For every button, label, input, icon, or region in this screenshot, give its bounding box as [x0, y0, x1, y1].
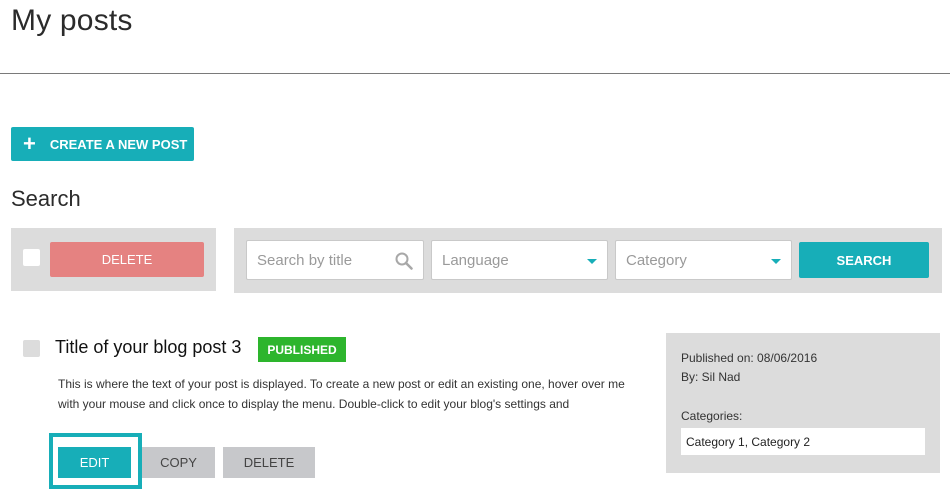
- post-author: By: Sil Nad: [681, 370, 741, 384]
- edit-post-button[interactable]: EDIT: [58, 447, 131, 478]
- category-select-value: Category: [626, 251, 687, 269]
- copy-post-button[interactable]: COPY: [142, 447, 215, 478]
- bulk-actions-bar: DELETE: [11, 228, 216, 291]
- categories-value: Category 1, Category 2: [681, 428, 925, 455]
- search-filters-bar: Search by title Language Category SEARCH: [234, 228, 942, 293]
- bulk-delete-button[interactable]: DELETE: [50, 242, 204, 277]
- post-info-panel: Published on: 08/06/2016 By: Sil Nad Cat…: [666, 333, 940, 473]
- search-heading: Search: [11, 186, 81, 211]
- plus-icon: +: [23, 131, 36, 156]
- status-badge: PUBLISHED: [258, 337, 346, 362]
- post-select-checkbox[interactable]: [23, 340, 40, 357]
- delete-post-button[interactable]: DELETE: [223, 447, 315, 478]
- select-all-checkbox[interactable]: [23, 249, 40, 266]
- search-title-placeholder: Search by title: [257, 251, 353, 269]
- language-select[interactable]: Language: [431, 240, 608, 280]
- create-new-post-button[interactable]: + CREATE A NEW POST: [11, 127, 194, 161]
- page-title: My posts: [11, 4, 133, 37]
- search-button[interactable]: SEARCH: [799, 242, 929, 278]
- create-new-post-label: CREATE A NEW POST: [49, 136, 188, 152]
- categories-label: Categories:: [681, 409, 743, 423]
- post-title[interactable]: Title of your blog post 3: [55, 337, 241, 358]
- language-select-value: Language: [442, 251, 509, 269]
- my-posts-page: My posts + CREATE A NEW POST Search DELE…: [0, 0, 950, 501]
- category-select[interactable]: Category: [615, 240, 792, 280]
- published-date: Published on: 08/06/2016: [681, 351, 818, 365]
- chevron-down-icon: [587, 259, 597, 264]
- title-divider: [0, 73, 950, 74]
- chevron-down-icon: [771, 259, 781, 264]
- search-title-input[interactable]: Search by title: [246, 240, 424, 280]
- post-excerpt: This is where the text of your post is d…: [58, 377, 625, 411]
- search-icon: [395, 252, 413, 270]
